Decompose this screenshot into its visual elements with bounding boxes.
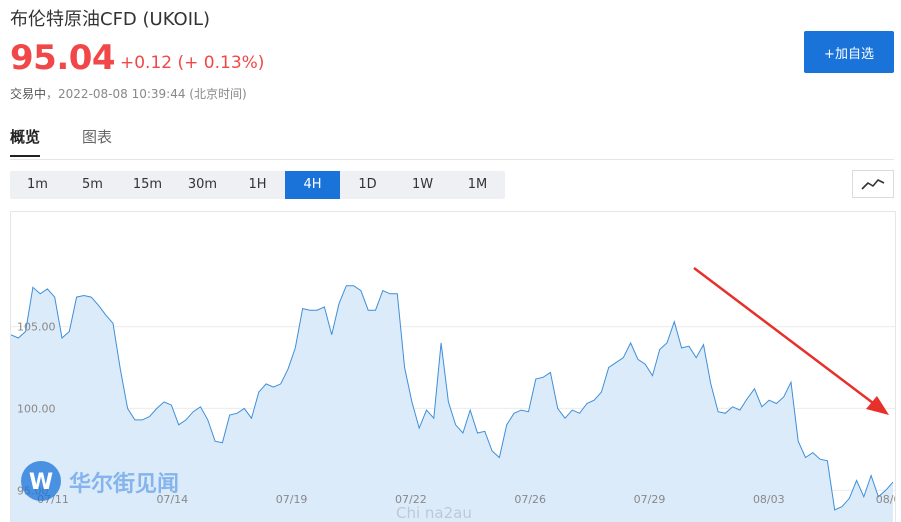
instrument-title: 布伦特原油CFD (UKOIL) [10,9,211,30]
trend-arrow-line [693,267,878,407]
watermark-logo-letter: W [29,470,53,495]
x-axis-label: 07/26 [514,493,546,506]
period-1d[interactable]: 1D [340,171,395,199]
period-1m[interactable]: 1m [10,171,65,199]
x-axis-label: 07/19 [276,493,308,506]
watermark-bottom-text: Chi na2au [396,504,472,522]
period-1h[interactable]: 1H [230,171,285,199]
period-5m[interactable]: 5m [65,171,120,199]
x-axis-label: 08/03 [753,493,785,506]
y-axis-label: 100.00 [17,402,56,415]
tab-chart[interactable]: 图表 [82,126,112,155]
period-4h[interactable]: 4H [285,171,340,199]
y-axis-label: 105.00 [17,321,56,334]
tab-overview[interactable]: 概览 [10,126,41,157]
period-30m[interactable]: 30m [175,171,230,199]
period-1w[interactable]: 1W [395,171,450,199]
market-status-line: 交易中，2022-08-08 10:39:44 (北京时间) [10,85,247,102]
current-price: 95.04 [10,38,116,78]
view-tabs: 概览 图表 [10,126,894,160]
watermark-text: 华尔街见闻 [69,471,179,497]
period-1mo[interactable]: 1M [450,171,505,199]
price-change: +0.12 (+ 0.13%) [120,53,265,73]
x-axis-label: 07/29 [634,493,666,506]
x-axis-label: 08/0 [876,493,895,506]
period-selector: 1m 5m 15m 30m 1H 4H 1D 1W 1M [10,171,505,199]
period-15m[interactable]: 15m [120,171,175,199]
add-to-watchlist-button[interactable]: +加自选 [804,31,894,73]
price-chart-svg: 105.00100.0095.00 07/1107/1407/1907/2207… [11,267,895,522]
chart-type-button[interactable] [852,170,894,198]
trading-status: 交易中 [10,87,47,101]
timestamp-separator: ， [46,87,59,101]
price-chart[interactable]: 105.00100.0095.00 07/1107/1407/1907/2207… [10,211,896,522]
quote-timestamp: 2022-08-08 10:39:44 (北京时间) [58,87,247,101]
line-chart-icon [861,179,885,190]
